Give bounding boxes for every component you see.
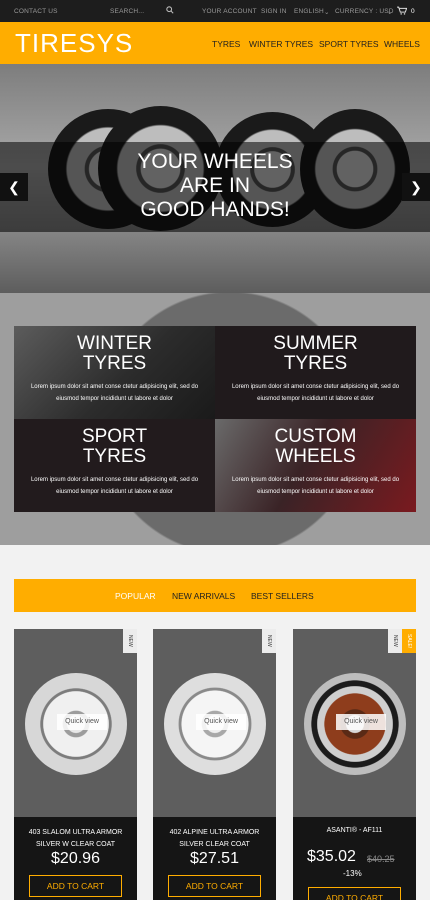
category-description: Lorem ipsum dolor sit amet conse ctetur …: [30, 384, 199, 402]
product-old-price: $40.25: [367, 854, 395, 864]
product-info: 402 ALPINE ULTRA ARMOR SILVER CLEAR COAT…: [153, 817, 276, 900]
product-info: ASANTI® - AF111 $35.02 $40.25 -13% ADD T…: [293, 817, 416, 900]
quick-view-button[interactable]: Quick view: [336, 714, 386, 730]
currency-select[interactable]: CURRENCY : USD: [335, 8, 394, 15]
nav-item-winter-tyres[interactable]: WINTER TYRES: [249, 39, 313, 49]
product-name[interactable]: 403 SLALOM ULTRA ARMOR SILVER W CLEAR CO…: [18, 827, 133, 851]
hero-title-line: YOUR WHEELS: [137, 150, 293, 173]
hero-title-line: GOOD HANDS!: [140, 198, 290, 221]
quick-view-button[interactable]: Quick view: [196, 714, 246, 730]
category-title: WINTER TYRES: [14, 334, 215, 374]
category-sport-tyres[interactable]: SPORT TYRES Lorem ipsum dolor sit amet c…: [14, 419, 215, 512]
add-to-cart-button[interactable]: ADD TO CART: [308, 887, 401, 900]
hero-slider: YOUR WHEELS ARE IN GOOD HANDS! ❮ ❯: [0, 64, 430, 293]
slider-next-button[interactable]: ❯: [402, 173, 430, 201]
product-image[interactable]: Quick view NEW: [14, 629, 137, 817]
product-name[interactable]: 402 ALPINE ULTRA ARMOR SILVER CLEAR COAT: [157, 827, 272, 851]
category-description: Lorem ipsum dolor sit amet conse ctetur …: [30, 477, 199, 495]
category-title-line: CUSTOM: [274, 426, 357, 447]
category-title-line: TYRES: [82, 446, 147, 467]
product-card[interactable]: Quick view NEW 402 ALPINE ULTRA ARMOR SI…: [153, 629, 276, 900]
category-summer-tyres[interactable]: SUMMER TYRES Lorem ipsum dolor sit amet …: [215, 326, 416, 419]
cart-icon[interactable]: [397, 6, 408, 17]
site-logo[interactable]: TIRESYS: [15, 28, 133, 59]
hero-title-line: ARE IN: [179, 174, 250, 197]
add-to-cart-button[interactable]: ADD TO CART: [29, 875, 122, 897]
nav-item-tyres[interactable]: TYRES: [212, 39, 240, 49]
new-badge: NEW: [123, 629, 137, 653]
header: TIRESYS TYRES WINTER TYRES SPORT TYRES W…: [0, 22, 430, 64]
category-winter-tyres[interactable]: WINTER TYRES Lorem ipsum dolor sit amet …: [14, 326, 215, 419]
category-description: Lorem ipsum dolor sit amet conse ctetur …: [231, 477, 400, 495]
add-to-cart-button[interactable]: ADD TO CART: [168, 875, 261, 897]
contact-us-link[interactable]: CONTACT US: [14, 8, 58, 15]
category-description: Lorem ipsum dolor sit amet conse ctetur …: [231, 384, 400, 402]
product-image[interactable]: Quick view NEW: [153, 629, 276, 817]
chevron-down-icon: ⌄: [324, 9, 330, 16]
category-title: SPORT TYRES: [14, 427, 215, 467]
category-title: CUSTOM WHEELS: [215, 427, 416, 467]
category-banners: WINTER TYRES Lorem ipsum dolor sit amet …: [0, 293, 430, 545]
product-discount: -13%: [343, 869, 362, 878]
slider-prev-button[interactable]: ❮: [0, 173, 28, 201]
category-title-line: SUMMER: [273, 333, 358, 354]
language-select[interactable]: ENGLISH: [294, 8, 324, 15]
your-account-link[interactable]: YOUR ACCOUNT: [202, 8, 257, 15]
tab-best-sellers[interactable]: BEST SELLERS: [251, 591, 314, 601]
search-icon[interactable]: [166, 6, 174, 16]
sign-in-link[interactable]: SIGN IN: [261, 8, 287, 15]
product-price: $27.51: [190, 850, 239, 867]
nav-item-sport-tyres[interactable]: SPORT TYRES: [319, 39, 379, 49]
product-card[interactable]: Quick view NEW SALE! ASANTI® - AF111 $35…: [293, 629, 416, 900]
tab-new-arrivals[interactable]: NEW ARRIVALS: [172, 591, 235, 601]
product-price: $35.02: [307, 848, 356, 865]
category-custom-wheels[interactable]: CUSTOM WHEELS Lorem ipsum dolor sit amet…: [215, 419, 416, 512]
category-title-line: WINTER: [77, 333, 152, 354]
product-card[interactable]: Quick view NEW 403 SLALOM ULTRA ARMOR SI…: [14, 629, 137, 900]
product-name[interactable]: ASANTI® - AF111: [297, 825, 412, 837]
sale-badge: SALE!: [402, 629, 416, 653]
new-badge: NEW: [262, 629, 276, 653]
chevron-right-icon: ❯: [410, 179, 422, 195]
category-title-line: SPORT: [81, 426, 148, 447]
category-title-line: TYRES: [82, 353, 147, 374]
category-title-line: TYRES: [283, 353, 348, 374]
category-title-line: WHEELS: [275, 446, 356, 467]
quick-view-button[interactable]: Quick view: [57, 714, 107, 730]
cart-count[interactable]: 0: [411, 8, 415, 15]
main-nav: TYRES WINTER TYRES SPORT TYRES WHEELS: [200, 22, 430, 64]
chevron-left-icon: ❮: [8, 179, 20, 195]
product-tabs: POPULAR NEW ARRIVALS BEST SELLERS: [14, 579, 416, 612]
tab-popular[interactable]: POPULAR: [115, 591, 156, 601]
product-price: $20.96: [51, 850, 100, 867]
new-badge: NEW: [388, 629, 402, 653]
nav-item-wheels[interactable]: WHEELS: [384, 39, 420, 49]
category-title: SUMMER TYRES: [215, 334, 416, 374]
product-info: 403 SLALOM ULTRA ARMOR SILVER W CLEAR CO…: [14, 817, 137, 900]
hero-title: YOUR WHEELS ARE IN GOOD HANDS!: [0, 150, 430, 222]
top-bar: CONTACT US SEARCH... YOUR ACCOUNT SIGN I…: [0, 0, 430, 22]
chevron-down-icon: ⌄: [387, 9, 393, 16]
product-image[interactable]: Quick view NEW SALE!: [293, 629, 416, 817]
